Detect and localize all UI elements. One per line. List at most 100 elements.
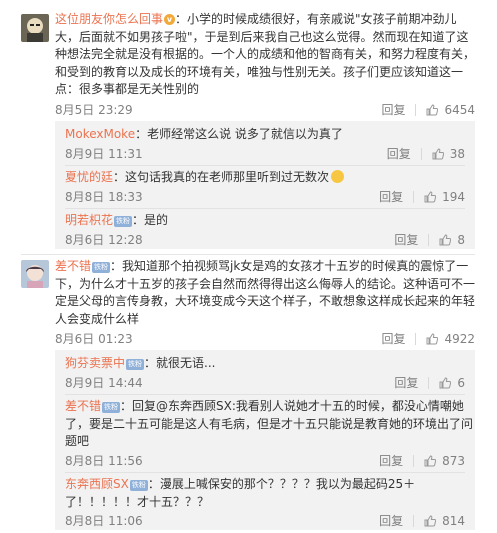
username-link[interactable]: MokexMoke — [65, 127, 135, 141]
divider — [428, 233, 430, 246]
reply-button[interactable]: 回复 — [381, 330, 415, 347]
like-count: 4922 — [444, 331, 475, 346]
reply-button[interactable]: 回复 — [394, 374, 428, 391]
timestamp: 8月8日 18:33 — [65, 190, 143, 204]
avatar-anime-icon — [21, 260, 49, 288]
thumb-up-icon — [424, 190, 437, 202]
level-badge: 铁粉 — [126, 359, 145, 370]
comment-body: ：我知道那个拍视频骂jk女是鸡的女孩才十五岁的时候真的震惊了一下，为什么才十五岁… — [55, 259, 476, 326]
reply-button[interactable]: 回复 — [381, 101, 415, 118]
avatar-cartoon-icon — [21, 14, 49, 42]
like-count: 6 — [457, 375, 465, 390]
like-button[interactable]: 873 — [424, 454, 465, 468]
reply-body: ：回复@东奔西顾SX:我看别人说她才十五的时候，都没心情嘲她了，要是二十五可能是… — [65, 399, 474, 448]
username-link[interactable]: 差不错 — [65, 399, 101, 413]
reply-button[interactable]: 回复 — [387, 145, 421, 162]
reply-button[interactable]: 回复 — [379, 188, 413, 205]
reply-list: MokexMoke：老师经常这么说 说多了就信以为真了 8月9日 11:31 回… — [55, 121, 475, 249]
like-count: 8 — [457, 232, 465, 247]
like-count: 194 — [442, 189, 465, 204]
username-link[interactable]: 东奔西顾SX — [65, 477, 129, 491]
like-button[interactable]: 38 — [432, 147, 465, 161]
divider — [65, 165, 465, 166]
level-badge: 铁粉 — [129, 480, 148, 491]
thumb-up-icon — [424, 454, 437, 466]
reply-button[interactable]: 回复 — [379, 512, 413, 529]
divider — [413, 190, 415, 203]
comment-actions: 回复 4922 — [381, 330, 475, 347]
timestamp: 8月8日 11:06 — [65, 514, 143, 528]
divider — [415, 332, 417, 345]
divider — [413, 454, 415, 467]
username-link[interactable]: 这位朋友你怎么回事 — [55, 12, 163, 26]
thumb-up-icon — [426, 332, 439, 344]
level-badge: 铁粉 — [92, 262, 111, 273]
like-count: 38 — [449, 146, 465, 161]
reply-text: 狗芬卖票中 铁粉 ：就很无语... — [65, 355, 475, 373]
reply-item: 东奔西顾SX 铁粉 ：漫展上喊保安的那个？？？？我以为最起码25＋了！！！！！才十五… — [65, 476, 475, 528]
like-button[interactable]: 6 — [439, 376, 465, 390]
thumb-up-icon — [424, 514, 437, 526]
timestamp: 8月5日 23:29 — [55, 103, 133, 117]
username-link[interactable]: 狗芬卖票中 — [65, 356, 125, 370]
divider — [428, 376, 430, 389]
reply-item: 夏忧的廷：这句话我真的在老师那里听到过无数次 8月8日 18:33 回复 194 — [65, 169, 475, 204]
thumb-up-icon — [426, 103, 439, 115]
avatar[interactable] — [21, 260, 49, 288]
divider — [420, 147, 422, 160]
timestamp: 8月6日 01:23 — [55, 332, 133, 346]
comment-text: 这位朋友你怎么回事 v ：小学的时候成绩很好，有亲戚说"女孩子前期冲劲儿大，后面就不… — [55, 11, 475, 99]
thumb-up-icon — [439, 233, 452, 245]
reply-text: MokexMoke：老师经常这么说 说多了就信以为真了 — [65, 126, 475, 144]
reply-actions: 回复 194 — [379, 188, 465, 205]
like-count: 873 — [442, 453, 465, 468]
reply-actions: 回复 8 — [394, 231, 465, 248]
reply-body: ：是的 — [132, 213, 169, 227]
timestamp: 8月9日 14:44 — [65, 376, 143, 390]
timestamp: 8月6日 12:28 — [65, 233, 143, 247]
level-badge: 铁粉 — [102, 402, 121, 413]
reply-text: 东奔西顾SX 铁粉 ：漫展上喊保安的那个？？？？我以为最起码25＋了！！！！！才十五… — [65, 476, 475, 511]
like-button[interactable]: 4922 — [426, 332, 475, 346]
reply-actions: 回复 38 — [387, 145, 465, 162]
divider — [21, 254, 475, 255]
like-count: 6454 — [444, 102, 475, 117]
reply-item: 差不错 铁粉 ：回复@东奔西顾SX:我看别人说她才十五的时候，都没心情嘲她了，要是二… — [65, 398, 475, 468]
reply-actions: 回复 6 — [394, 374, 465, 391]
v-badge-icon: v — [164, 14, 176, 25]
reply-item: 狗芬卖票中 铁粉 ：就很无语... 8月9日 14:44 回复 6 — [65, 355, 475, 390]
reply-text: 夏忧的廷：这句话我真的在老师那里听到过无数次 — [65, 169, 475, 187]
reply-text: 明若枳花 铁粉 ：是的 — [65, 212, 475, 230]
reply-actions: 回复 873 — [379, 452, 465, 469]
reply-button[interactable]: 回复 — [394, 231, 428, 248]
reply-item: MokexMoke：老师经常这么说 说多了就信以为真了 8月9日 11:31 回… — [65, 126, 475, 161]
level-badge: 铁粉 — [114, 216, 133, 227]
comment-text: 差不错 铁粉 ：我知道那个拍视频骂jk女是鸡的女孩才十五岁的时候真的震惊了一下，为什… — [55, 258, 475, 328]
like-button[interactable]: 814 — [424, 514, 465, 528]
thumb-up-icon — [439, 376, 452, 388]
like-button[interactable]: 6454 — [426, 103, 475, 117]
reply-text: 差不错 铁粉 ：回复@东奔西顾SX:我看别人说她才十五的时候，都没心情嘲她了，要是二… — [65, 398, 475, 451]
timestamp: 8月8日 11:56 — [65, 454, 143, 468]
like-button[interactable]: 194 — [424, 190, 465, 204]
divider — [65, 472, 465, 473]
reply-list: 狗芬卖票中 铁粉 ：就很无语... 8月9日 14:44 回复 6 差不错 铁粉 ：回复… — [55, 350, 475, 530]
username-link[interactable]: 差不错 — [55, 259, 91, 273]
reply-actions: 回复 814 — [379, 512, 465, 529]
divider — [65, 394, 465, 395]
comment-actions: 回复 6454 — [381, 101, 475, 118]
timestamp: 8月9日 11:31 — [65, 147, 143, 161]
divider — [65, 208, 465, 209]
username-link[interactable]: 夏忧的廷 — [65, 170, 113, 184]
like-button[interactable]: 8 — [439, 233, 465, 247]
smile-emoji — [331, 170, 345, 183]
divider — [415, 103, 417, 116]
reply-item: 明若枳花 铁粉 ：是的 8月6日 12:28 回复 8 — [65, 212, 475, 247]
username-link[interactable]: 明若枳花 — [65, 213, 113, 227]
reply-button[interactable]: 回复 — [379, 452, 413, 469]
reply-body: ：就很无语... — [144, 356, 216, 370]
reply-body: ：老师经常这么说 说多了就信以为真了 — [135, 127, 343, 141]
reply-body: ：这句话我真的在老师那里听到过无数次 — [113, 170, 330, 184]
avatar[interactable] — [21, 14, 49, 42]
divider — [413, 514, 415, 527]
